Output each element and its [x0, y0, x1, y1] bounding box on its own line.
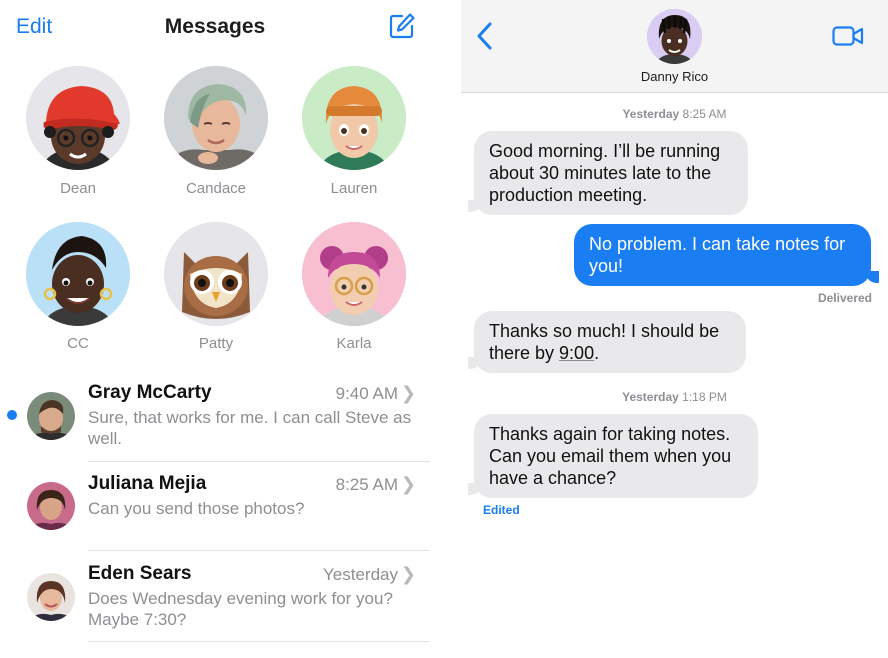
message-preview: Can you send those photos? — [88, 499, 305, 518]
pinned-contact-cc[interactable] — [26, 222, 130, 326]
pinned-name-lauren: Lauren — [330, 180, 378, 197]
outgoing-message-bubble[interactable]: No problem. I can take notes for you! — [574, 224, 871, 286]
avatar — [27, 573, 75, 621]
conversation-pane: Danny Rico Yesterday 8:25 AM Good mornin… — [461, 0, 888, 658]
avatar — [27, 392, 75, 440]
contact-name: Juliana Mejia — [88, 473, 207, 494]
detected-time-link[interactable]: 9:00 — [559, 343, 594, 363]
contact-name[interactable]: Danny Rico — [461, 69, 888, 84]
pinned-name-karla: Karla — [336, 335, 372, 352]
pinned-contact-candace[interactable] — [164, 66, 268, 170]
conversation-row[interactable]: Juliana Mejia 8:25 AM ❯ Can you send tho… — [0, 462, 430, 550]
avatar — [27, 482, 75, 530]
chevron-right-icon: ❯ — [400, 383, 416, 403]
timestamp-day: Yesterday — [622, 107, 680, 121]
pinned-name-patty: Patty — [198, 335, 234, 352]
conversation-header: Danny Rico — [461, 0, 888, 93]
timestamp-time: 1:18 PM — [682, 390, 727, 404]
incoming-message-bubble[interactable]: Thanks again for taking notes. Can you e… — [474, 414, 758, 498]
divider — [88, 641, 430, 642]
pinned-name-cc: CC — [67, 335, 89, 352]
message-text: Thanks so much! I should be there by — [489, 321, 720, 363]
chevron-left-icon[interactable] — [475, 21, 493, 51]
message-preview: Sure, that works for me. I can call Stev… — [88, 408, 412, 448]
pinned-contact-patty[interactable] — [164, 222, 268, 326]
timestamp-day: Yesterday — [622, 390, 679, 404]
incoming-message-bubble[interactable]: Good morning. I’ll be running about 30 m… — [474, 131, 748, 215]
message-text-end: . — [594, 343, 600, 363]
pinned-contact-karla[interactable] — [302, 222, 406, 326]
conversation-row[interactable]: Gray McCarty 9:40 AM ❯ Sure, that works … — [0, 380, 430, 462]
pinned-contact-lauren[interactable] — [302, 66, 406, 170]
timestamp-time: 8:25 AM — [682, 107, 727, 121]
delivered-status: Delivered — [817, 291, 872, 305]
message-preview: Does Wednesday evening work for you? May… — [88, 589, 393, 629]
incoming-message-bubble[interactable]: Thanks so much! I should be there by 9:0… — [474, 311, 746, 373]
owl-avatar-patty — [164, 222, 268, 326]
memoji-avatar-dean — [26, 66, 130, 170]
memoji-avatar-karla — [302, 222, 406, 326]
message-time: Yesterday — [323, 565, 398, 584]
edited-label[interactable]: Edited — [483, 503, 520, 517]
compose-icon[interactable] — [388, 12, 416, 40]
memoji-avatar-cc — [26, 222, 130, 326]
memoji-avatar-lauren — [302, 66, 406, 170]
video-camera-icon[interactable] — [832, 25, 864, 47]
contact-name: Gray McCarty — [88, 382, 212, 403]
chevron-right-icon: ❯ — [400, 474, 416, 494]
pinned-name-dean: Dean — [60, 180, 96, 197]
contact-name: Eden Sears — [88, 563, 192, 584]
page-title: Messages — [164, 15, 266, 38]
chevron-right-icon: ❯ — [400, 564, 416, 584]
timestamp: Yesterday 8:25 AM — [461, 107, 888, 121]
unread-indicator — [7, 410, 17, 420]
message-time: 9:40 AM — [335, 384, 398, 403]
messages-list-pane: Edit Messages Dean Candace Lauren CC Pat… — [0, 0, 430, 658]
timestamp: Yesterday 1:18 PM — [461, 390, 888, 404]
contact-avatar[interactable] — [647, 9, 702, 64]
photo-avatar-candace — [164, 66, 268, 170]
pinned-contact-dean[interactable] — [26, 66, 130, 170]
pinned-name-candace: Candace — [185, 180, 247, 197]
bubble-tail — [865, 271, 879, 283]
message-time: 8:25 AM — [335, 475, 398, 494]
conversation-row[interactable]: Eden Sears Yesterday ❯ Does Wednesday ev… — [0, 551, 430, 641]
